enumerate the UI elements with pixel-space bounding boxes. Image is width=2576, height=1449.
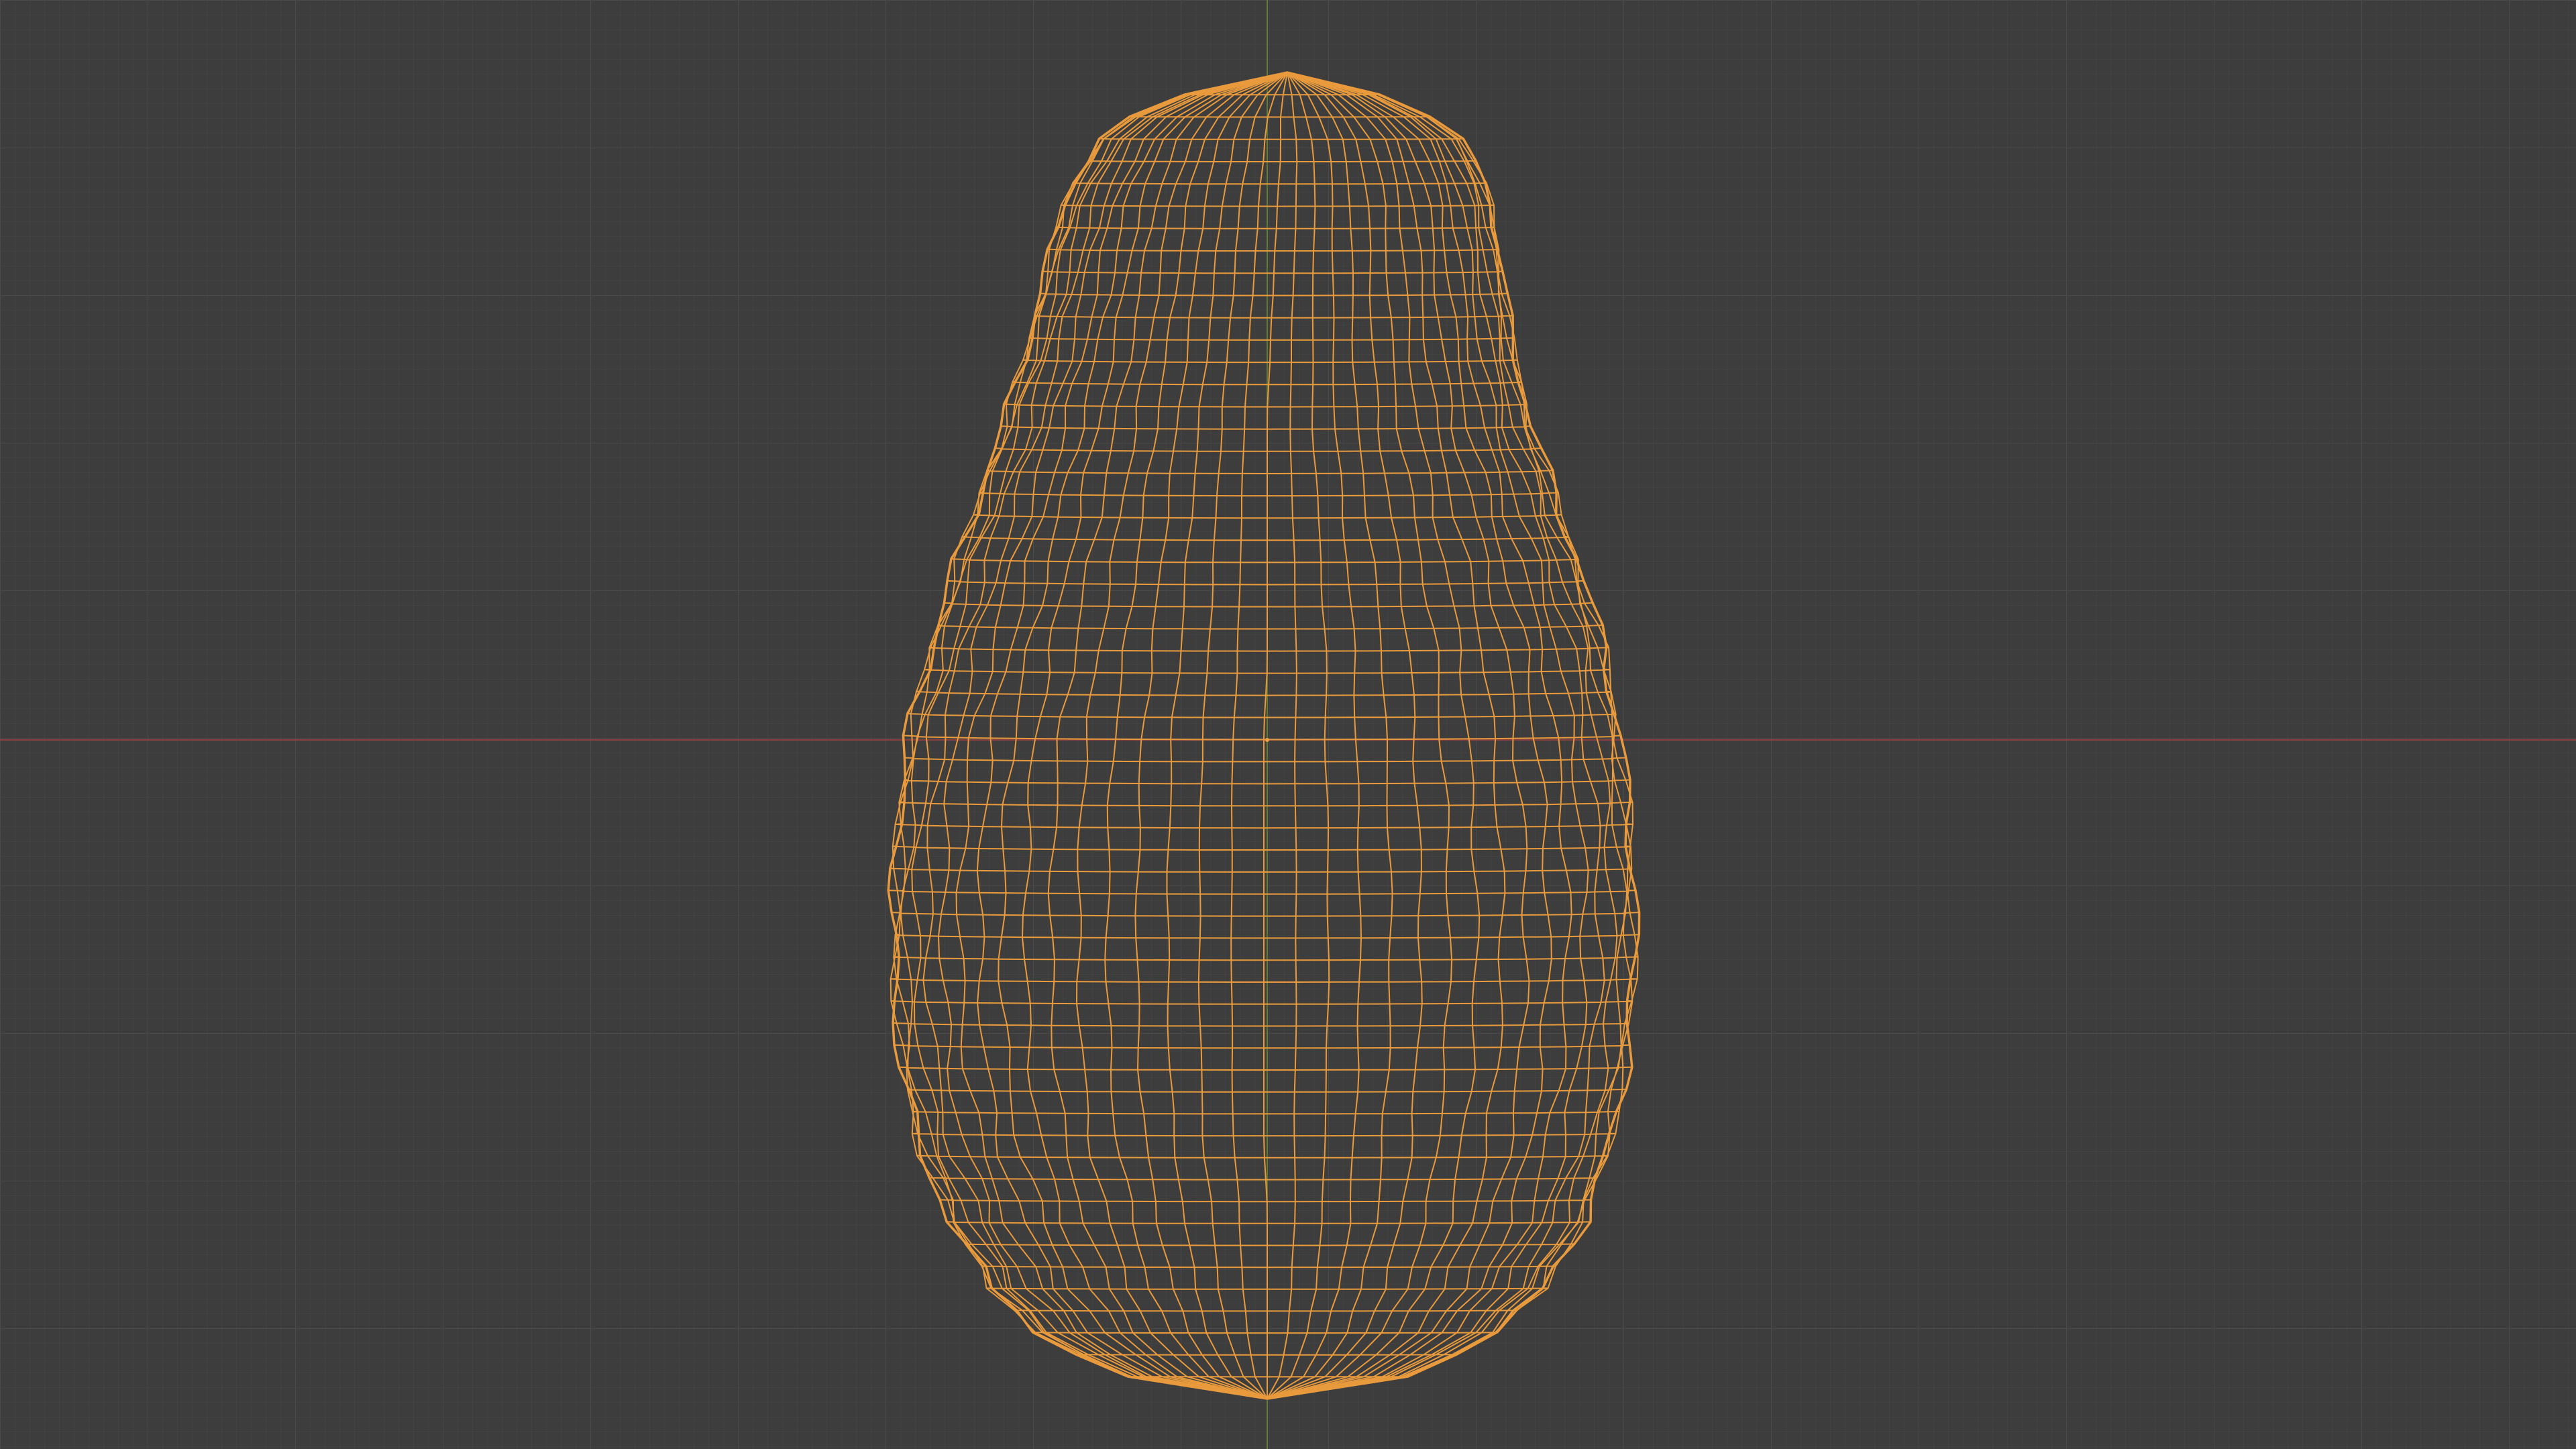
origin-dot-icon bbox=[1265, 738, 1269, 742]
3d-viewport[interactable] bbox=[0, 0, 2576, 1449]
viewport-canvas[interactable] bbox=[0, 0, 2576, 1449]
mesh-edge-ring bbox=[1032, 1332, 1499, 1334]
viewport-grid bbox=[0, 0, 2576, 1449]
